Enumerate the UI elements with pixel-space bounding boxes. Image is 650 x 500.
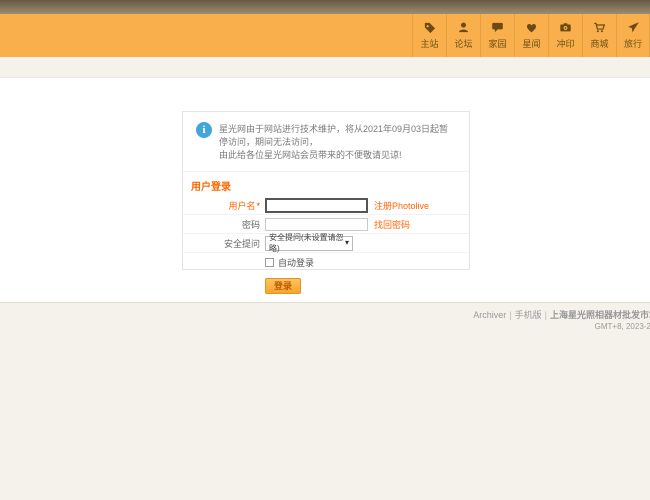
username-input[interactable]	[265, 198, 368, 213]
login-title: 用户登录	[183, 172, 469, 196]
password-label: 密码	[193, 218, 265, 231]
nav-item-print[interactable]: 冲印	[548, 14, 582, 57]
maintenance-notice: i 星光网由于网站进行技术维护，将从2021年09月03日起暂停访问，期间无法访…	[183, 112, 469, 169]
nav-item-home[interactable]: 家园	[480, 14, 514, 57]
security-question-select[interactable]: 安全提问(未设置请忽略) ▾	[265, 236, 353, 251]
nav-item-label: 冲印	[556, 37, 574, 50]
top-nav: 主站 论坛 家园 星闻 冲印 商城 旅行	[0, 14, 650, 57]
person-icon	[457, 21, 470, 34]
main-content: i 星光网由于网站进行技术维护，将从2021年09月03日起暂停访问，期间无法访…	[0, 78, 650, 302]
nav-item-label: 家园	[488, 37, 506, 50]
nav-item-label: 旅行	[624, 37, 642, 50]
mobile-version-link[interactable]: 手机版	[515, 310, 542, 320]
security-question-label: 安全提问	[193, 237, 265, 250]
nav-item-label: 商城	[590, 37, 608, 50]
notice-line-2: 由此给各位星光网站会员带来的不便敬请见谅!	[219, 149, 457, 162]
info-icon: i	[196, 122, 212, 138]
footer-links-line: Archiver|手机版|上海星光照相器材批发市场	[473, 309, 650, 321]
site-name-link[interactable]: 上海星光照相器材批发市场	[550, 310, 650, 320]
forgot-password-link[interactable]: 找回密码	[374, 218, 410, 231]
top-brown-bar	[0, 0, 650, 14]
login-button[interactable]: 登录	[265, 278, 301, 294]
autologin-row: 自动登录	[183, 253, 469, 272]
nav-item-main[interactable]: 主站	[412, 14, 446, 57]
header-spacer	[0, 57, 650, 78]
archiver-link[interactable]: Archiver	[473, 310, 506, 320]
timezone-text: GMT+8, 2023-2-2	[473, 321, 650, 333]
tag-icon	[423, 21, 436, 34]
maintenance-notice-text: 星光网由于网站进行技术维护，将从2021年09月03日起暂停访问，期间无法访问，…	[219, 122, 457, 162]
password-input[interactable]	[265, 218, 368, 231]
plane-icon	[627, 21, 640, 34]
nav-item-travel[interactable]: 旅行	[616, 14, 650, 57]
nav-item-mall[interactable]: 商城	[582, 14, 616, 57]
nav-item-label: 论坛	[454, 37, 472, 50]
nav-item-news[interactable]: 星闻	[514, 14, 548, 57]
submit-row: 登录	[183, 272, 469, 298]
cart-icon	[593, 21, 606, 34]
speech-bubble-icon	[491, 21, 504, 34]
login-panel: i 星光网由于网站进行技术维护，将从2021年09月03日起暂停访问，期间无法访…	[182, 111, 470, 270]
notice-line-1: 星光网由于网站进行技术维护，将从2021年09月03日起暂停访问，期间无法访问，	[219, 123, 457, 149]
autologin-label: 自动登录	[278, 256, 314, 269]
nav-item-label: 星闻	[522, 37, 540, 50]
required-asterisk: *	[256, 201, 260, 211]
footer-text: Archiver|手机版|上海星光照相器材批发市场 GMT+8, 2023-2-…	[473, 309, 650, 333]
camera-icon	[559, 21, 572, 34]
chevron-down-icon: ▾	[345, 239, 349, 247]
username-label: 用户名*	[193, 199, 265, 212]
page-footer: Archiver|手机版|上海星光照相器材批发市场 GMT+8, 2023-2-…	[0, 302, 650, 500]
security-question-row: 安全提问 安全提问(未设置请忽略) ▾	[183, 234, 469, 253]
username-row: 用户名* 注册Photolive	[183, 196, 469, 215]
autologin-checkbox[interactable]	[265, 258, 274, 267]
security-question-selected: 安全提问(未设置请忽略)	[269, 232, 345, 254]
nav-item-label: 主站	[420, 37, 438, 50]
heart-icon	[525, 21, 538, 34]
nav-item-forum[interactable]: 论坛	[446, 14, 480, 57]
register-link[interactable]: 注册Photolive	[374, 199, 429, 212]
